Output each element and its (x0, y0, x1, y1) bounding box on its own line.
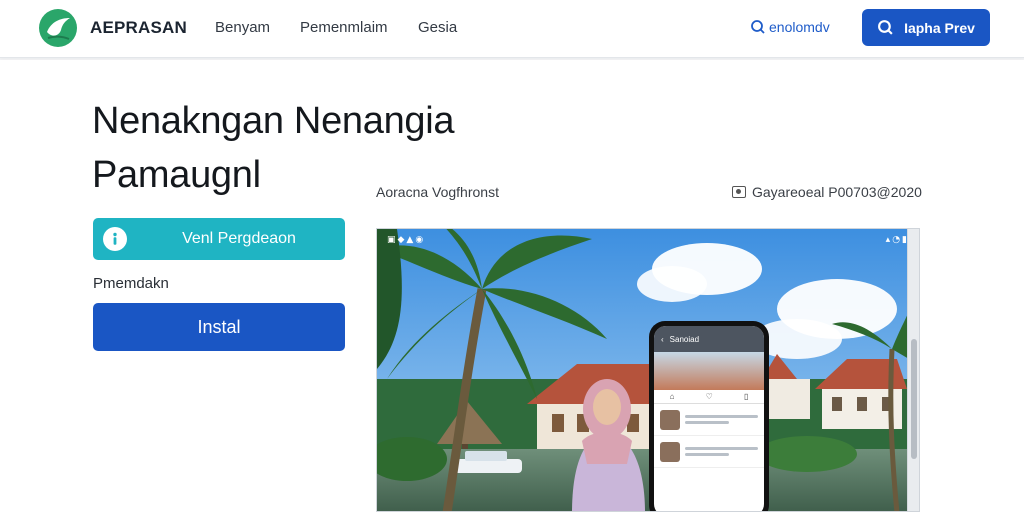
avatar (660, 409, 680, 430)
header-cta-button[interactable]: Iapha Prev (862, 9, 990, 46)
bookmark-icon: ▯ (743, 392, 749, 401)
search-link[interactable]: enolomdv (750, 19, 830, 35)
avatar (660, 441, 680, 462)
preview-caption: Aoracna Vogfhronst (376, 184, 499, 200)
scrollbar-thumb[interactable] (911, 339, 917, 459)
phone-tab-bar: ⌂ ♡ ▯ (654, 390, 764, 404)
status-bar: ▣◆▲◉ ▴◔▮ (387, 235, 909, 245)
home-icon: ⌂ (669, 392, 675, 401)
search-icon (878, 20, 893, 35)
phone-screen: ‹ Sanoiad ⌂ ♡ ▯ (654, 326, 764, 511)
phone-mockup: ‹ Sanoiad ⌂ ♡ ▯ (649, 321, 769, 511)
main-content: Nenakngan Nenangia Pamaugnl Venl Pergdea… (0, 60, 1024, 512)
preview-image[interactable]: ▣◆▲◉ ▴◔▮ ‹ Sanoiad ⌂ ♡ ▯ (376, 228, 920, 512)
nav-link-benyam[interactable]: Benyam (215, 19, 270, 36)
header-cta-label: Iapha Prev (904, 19, 975, 36)
preview-meta: Gayareoeal P00703@2020 (732, 184, 922, 200)
image-icon (732, 186, 746, 198)
logo-icon[interactable] (38, 8, 78, 48)
phone-header-title: Sanoiad (669, 334, 700, 344)
heart-icon: ♡ (705, 392, 713, 401)
list-item (654, 404, 764, 436)
top-navbar: AEPRASAN Benyam Pemenmlaim Gesia enolomd… (0, 0, 1024, 58)
back-icon: ‹ (661, 334, 664, 344)
search-link-label: enolomdv (769, 19, 830, 35)
search-icon (751, 20, 765, 34)
nav-link-pemenmlaim[interactable]: Pemenmlaim (300, 19, 388, 36)
phone-banner-image (654, 352, 764, 390)
brand-name[interactable]: AEPRASAN (90, 18, 187, 38)
list-item (654, 436, 764, 468)
primary-action-button[interactable]: Venl Pergdeaon (93, 218, 345, 260)
preview-meta-text: Gayareoeal P00703@2020 (752, 184, 922, 200)
preview-scrollbar[interactable] (907, 229, 919, 511)
phone-header: ‹ Sanoiad (654, 326, 764, 352)
nav-link-gesia[interactable]: Gesia (418, 19, 457, 36)
install-button[interactable]: Instal (93, 303, 345, 351)
section-label: Pmemdakn (93, 275, 169, 292)
resort-photo (377, 229, 909, 511)
primary-action-label: Venl Pergdeaon (182, 230, 296, 247)
